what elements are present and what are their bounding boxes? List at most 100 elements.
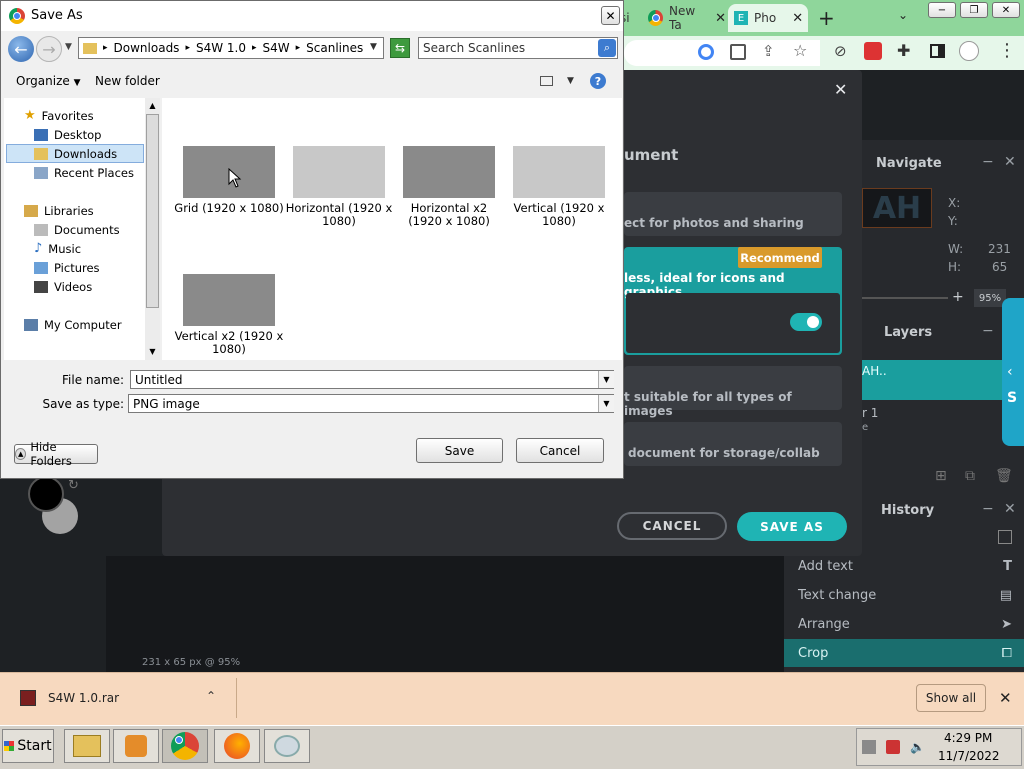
tab-new-tab[interactable]: New Ta ✕ bbox=[648, 4, 726, 32]
taskbar-media-player[interactable] bbox=[113, 729, 159, 763]
file-item[interactable]: Horizontal (1920 x 1080) bbox=[284, 146, 394, 228]
nav-recent-places[interactable]: Recent Places bbox=[34, 163, 134, 182]
foreground-color-swatch[interactable] bbox=[28, 476, 64, 512]
nav-favorites[interactable]: ★ Favorites bbox=[24, 106, 94, 125]
search-icon[interactable]: ⌕ bbox=[598, 39, 616, 57]
history-close-icon[interactable]: ✕ bbox=[1004, 501, 1016, 517]
file-name-input[interactable]: Untitled bbox=[130, 370, 614, 389]
side-collapse-tab[interactable]: ‹ S bbox=[1002, 298, 1024, 446]
nav-videos[interactable]: Videos bbox=[34, 277, 92, 296]
nav-libraries[interactable]: Libraries bbox=[24, 201, 94, 220]
layer-row-selected[interactable]: AH.. bbox=[862, 360, 1024, 400]
show-all-downloads-button[interactable]: Show all bbox=[916, 684, 986, 712]
back-button[interactable]: ← bbox=[8, 36, 34, 62]
scroll-up-icon[interactable]: ▲ bbox=[145, 98, 160, 112]
layer-name-2[interactable]: r 1 bbox=[862, 406, 878, 420]
profile-avatar[interactable] bbox=[959, 41, 979, 61]
help-icon[interactable]: ? bbox=[590, 73, 606, 89]
nav-my-computer[interactable]: My Computer bbox=[24, 315, 122, 334]
dialog-close-button[interactable]: ✕ bbox=[601, 6, 620, 25]
hide-folders-button[interactable]: ▲ Hide Folders bbox=[14, 440, 98, 468]
delete-layer-icon[interactable]: 🗑 bbox=[995, 468, 1013, 484]
transparency-toggle[interactable] bbox=[790, 313, 822, 331]
refresh-icon[interactable]: ⇆ bbox=[390, 38, 410, 58]
nav-pictures[interactable]: Pictures bbox=[34, 258, 100, 277]
duplicate-layer-icon[interactable]: ⧉ bbox=[965, 468, 975, 484]
save-type-dropdown-icon[interactable]: ▼ bbox=[598, 395, 614, 412]
taskbar-paint[interactable] bbox=[264, 729, 310, 763]
download-options-chevron-icon[interactable]: ⌃ bbox=[206, 689, 216, 703]
file-item[interactable]: Vertical x2 (1920 x 1080) bbox=[174, 274, 284, 356]
modal-close-icon[interactable]: ✕ bbox=[834, 80, 847, 99]
history-item-text-change[interactable]: Text change ▤ bbox=[784, 581, 1024, 609]
view-options-icon[interactable] bbox=[540, 76, 553, 86]
nav-downloads[interactable]: Downloads bbox=[34, 144, 117, 163]
canvas-area[interactable] bbox=[106, 556, 784, 672]
clock-date[interactable]: 11/7/2022 bbox=[938, 749, 1000, 763]
history-item-arrange[interactable]: Arrange ➤ bbox=[784, 610, 1024, 638]
breadcrumb-item[interactable]: S4W 1.0 bbox=[196, 41, 246, 55]
history-minimize-icon[interactable]: − bbox=[982, 501, 994, 517]
address-bar-end[interactable] bbox=[624, 40, 820, 66]
zoom-slider[interactable] bbox=[862, 297, 948, 299]
navigate-preview[interactable]: AH bbox=[862, 188, 932, 228]
taskbar-firefox[interactable] bbox=[214, 729, 260, 763]
format-option-jpg[interactable]: ect for photos and sharing bbox=[624, 192, 842, 236]
chevron-left-icon[interactable]: ‹ bbox=[1007, 364, 1013, 380]
extension-icon[interactable]: ⊘ bbox=[834, 42, 847, 60]
modal-save-as-button[interactable]: SAVE AS bbox=[737, 512, 847, 541]
scroll-thumb[interactable] bbox=[146, 114, 159, 308]
taskbar-explorer[interactable] bbox=[64, 729, 110, 763]
nav-desktop[interactable]: Desktop bbox=[34, 125, 101, 144]
file-name-dropdown-icon[interactable]: ▼ bbox=[598, 371, 614, 388]
navigate-close-icon[interactable]: ✕ bbox=[1004, 154, 1016, 170]
new-folder-button[interactable]: New folder bbox=[95, 74, 160, 88]
scroll-down-icon[interactable]: ▼ bbox=[145, 344, 160, 358]
file-item[interactable]: Horizontal x2 (1920 x 1080) bbox=[394, 146, 504, 228]
close-tab-icon[interactable]: ✕ bbox=[792, 11, 803, 26]
extension-red-icon[interactable] bbox=[864, 42, 882, 60]
close-window-button[interactable]: ✕ bbox=[992, 2, 1020, 18]
history-item-crop[interactable]: Crop ⧠ bbox=[784, 639, 1024, 667]
zoom-in-icon[interactable]: + bbox=[952, 289, 964, 305]
install-app-icon[interactable] bbox=[730, 44, 746, 60]
close-tab-icon[interactable]: ✕ bbox=[715, 11, 726, 26]
save-type-select[interactable]: PNG image bbox=[128, 394, 614, 413]
bookmark-star-icon[interactable]: ☆ bbox=[793, 41, 807, 60]
format-option-webp[interactable]: t suitable for all types of images bbox=[624, 366, 842, 418]
tray-security-icon[interactable] bbox=[886, 740, 900, 754]
tray-network-icon[interactable] bbox=[862, 740, 876, 754]
breadcrumb-item[interactable]: Scanlines bbox=[306, 41, 363, 55]
tab-search-chevron-icon[interactable]: ⌄ bbox=[898, 8, 908, 22]
minimize-window-button[interactable]: − bbox=[928, 2, 956, 18]
side-panel-icon[interactable] bbox=[930, 44, 945, 58]
restore-window-button[interactable]: ❐ bbox=[960, 2, 988, 18]
file-item[interactable]: Vertical (1920 x 1080) bbox=[504, 146, 614, 228]
extensions-puzzle-icon[interactable]: ✚ bbox=[897, 41, 910, 60]
taskbar-chrome[interactable] bbox=[162, 729, 208, 763]
history-dropdown-icon[interactable]: ▼ bbox=[65, 42, 72, 52]
navigate-minimize-icon[interactable]: − bbox=[982, 154, 994, 170]
layers-minimize-icon[interactable]: − bbox=[982, 323, 994, 339]
swap-colors-icon[interactable]: ↻ bbox=[68, 478, 79, 493]
search-input[interactable]: Search Scanlines bbox=[418, 37, 618, 59]
nav-scrollbar[interactable]: ▲ ▼ bbox=[145, 98, 160, 360]
close-download-bar-icon[interactable]: ✕ bbox=[999, 689, 1012, 707]
history-item-add-text[interactable]: Add text T bbox=[784, 552, 1024, 580]
start-button[interactable]: Start bbox=[2, 729, 54, 763]
cancel-button[interactable]: Cancel bbox=[516, 438, 604, 463]
breadcrumb-dropdown-icon[interactable]: ▼ bbox=[370, 42, 377, 52]
breadcrumb[interactable]: ▸ Downloads ▸ S4W 1.0 ▸ S4W ▸ Scanlines bbox=[78, 37, 384, 59]
tab-photo-editor[interactable]: E Pho ✕ bbox=[728, 4, 808, 32]
clock-time[interactable]: 4:29 PM bbox=[944, 731, 992, 745]
save-button[interactable]: Save bbox=[416, 438, 503, 463]
add-layer-icon[interactable]: ⊞ bbox=[935, 468, 947, 484]
breadcrumb-item[interactable]: Downloads bbox=[114, 41, 180, 55]
share-icon[interactable]: ⇪ bbox=[762, 42, 775, 60]
download-file-name[interactable]: S4W 1.0.rar bbox=[48, 691, 119, 705]
organize-menu[interactable]: Organize ▼ bbox=[16, 74, 81, 88]
menu-dots-icon[interactable]: ⋮ bbox=[998, 40, 1016, 61]
google-icon[interactable] bbox=[698, 44, 714, 60]
format-option-document[interactable]: document for storage/collab bbox=[624, 422, 842, 466]
nav-documents[interactable]: Documents bbox=[34, 220, 120, 239]
